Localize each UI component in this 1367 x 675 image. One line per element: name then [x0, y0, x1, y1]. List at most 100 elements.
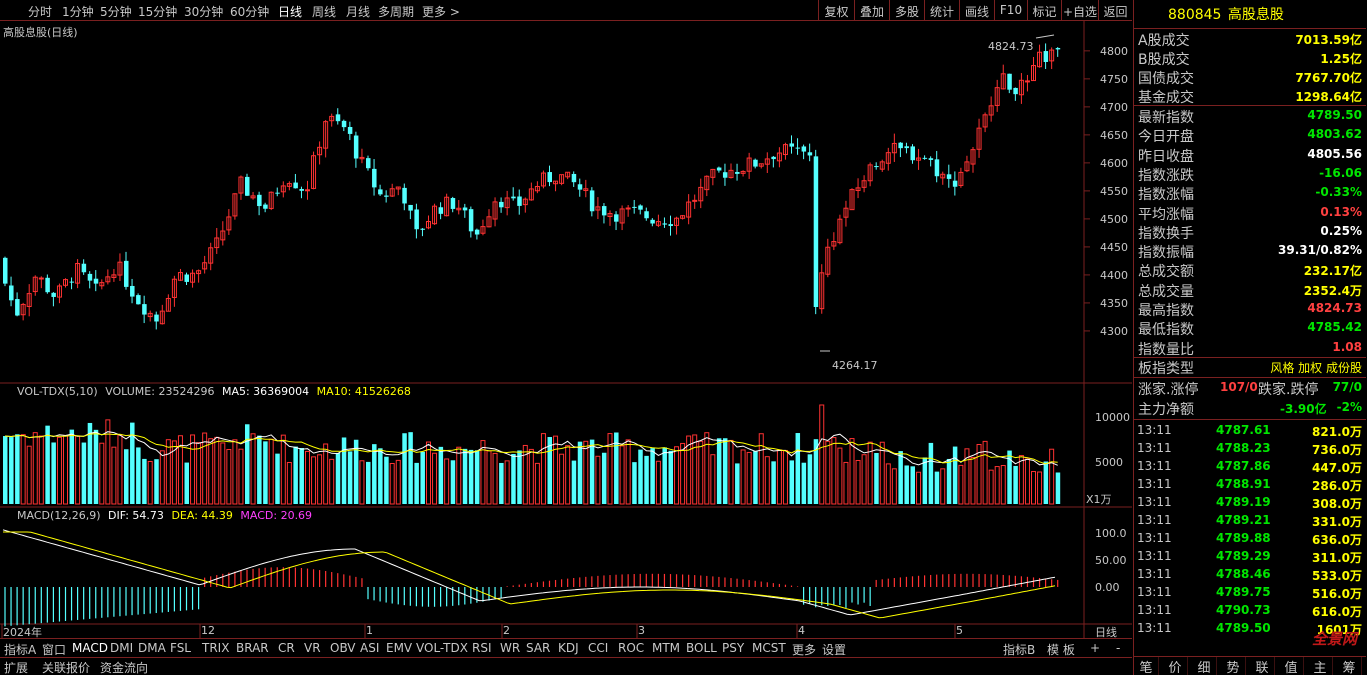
tick-row[interactable]: 13:11 4789.29 311.0万 [1134, 547, 1366, 565]
toolbar-button-6[interactable]: 标记 [1027, 0, 1061, 21]
period-tab-6[interactable]: 日线 [278, 3, 302, 20]
indicator-side-button-2[interactable]: + [1090, 641, 1100, 655]
indicator-tab-24[interactable]: 更多 [792, 641, 816, 658]
indicator-tab-2[interactable]: MACD [72, 641, 108, 655]
stat-row: 最新指数 4789.50 [1136, 106, 1366, 126]
period-tab-0[interactable]: 分时 [28, 3, 52, 20]
panel-tab-6[interactable]: 主 [1308, 657, 1333, 675]
indicator-tab-5[interactable]: FSL [170, 641, 191, 655]
period-tab-10[interactable]: 更多 > [422, 3, 460, 20]
indicator-tab-8[interactable]: CR [278, 641, 295, 655]
indicator-side-button-1[interactable]: 模 板 [1047, 641, 1075, 658]
volume-bar-up [305, 450, 310, 505]
indicator-tab-16[interactable]: SAR [526, 641, 550, 655]
indicator-tab-23[interactable]: MCST [752, 641, 786, 655]
period-tab-4[interactable]: 30分钟 [184, 3, 223, 20]
period-tab-3[interactable]: 15分钟 [138, 3, 177, 20]
indicator-tab-12[interactable]: EMV [386, 641, 412, 655]
tick-price: 4789.50 [1216, 621, 1271, 635]
candle-up [305, 189, 310, 192]
volume-bar-up [56, 436, 62, 505]
indicator-tab-21[interactable]: BOLL [686, 641, 717, 655]
indicator-tab-7[interactable]: BRAR [236, 641, 269, 655]
panel-tab-2[interactable]: 细 [1192, 657, 1217, 675]
candle-down [1007, 73, 1012, 90]
indicator-tab-18[interactable]: CCI [588, 641, 608, 655]
indicator-tab-9[interactable]: VR [304, 641, 321, 655]
indicator-side-button-3[interactable]: - [1116, 641, 1120, 655]
period-tab-7[interactable]: 周线 [312, 3, 336, 20]
candle-down [9, 285, 14, 301]
indicator-tab-0[interactable]: 指标A [4, 641, 36, 658]
volume-bar-up [75, 435, 81, 505]
period-tab-8[interactable]: 月线 [346, 3, 370, 20]
tick-row[interactable]: 13:11 4789.75 516.0万 [1134, 583, 1366, 601]
indicator-tab-13[interactable]: VOL-TDX [416, 641, 468, 655]
stat-label: 今日开盘 [1138, 129, 1194, 146]
volume-ma5: MA5: 36369004 [221, 385, 310, 398]
toolbar-button-4[interactable]: 画线 [959, 0, 994, 21]
tick-row[interactable]: 13:11 4790.73 616.0万 [1134, 601, 1366, 619]
volume-bar-down [589, 439, 595, 504]
panel-tab-0[interactable]: 笔 [1134, 657, 1159, 675]
status-tab-2[interactable]: 资金流向 [100, 659, 148, 675]
candle-down [69, 281, 75, 283]
stat-row: 昨日收盘 4805.56 [1136, 145, 1366, 165]
indicator-tab-14[interactable]: RSI [472, 641, 492, 655]
candle-up [625, 207, 631, 210]
volume-bar-up [99, 442, 105, 505]
tick-row[interactable]: 13:11 4789.19 308.0万 [1134, 493, 1366, 511]
volume-bar-up [444, 458, 450, 505]
chart-area[interactable]: 4800 4750 4700 4650 4600 4550 4500 4450 4400 4350… [0, 21, 1132, 649]
tick-row[interactable]: 13:11 4787.86 447.0万 [1134, 457, 1366, 475]
tick-row[interactable]: 13:11 4788.91 286.0万 [1134, 475, 1366, 493]
indicator-tab-4[interactable]: DMA [138, 641, 166, 655]
volume-bar-up [20, 434, 26, 505]
toolbar-button-8[interactable]: 返回 [1098, 0, 1132, 21]
indicator-tab-19[interactable]: ROC [618, 641, 644, 655]
indicator-tab-11[interactable]: ASI [360, 641, 379, 655]
volume-bar-down [124, 449, 129, 504]
period-tab-9[interactable]: 多周期 [378, 3, 414, 20]
tick-row[interactable]: 13:11 4788.46 533.0万 [1134, 565, 1366, 583]
panel-tab-5[interactable]: 值 [1279, 657, 1304, 675]
indicator-tab-6[interactable]: TRIX [202, 641, 229, 655]
indicator-tab-25[interactable]: 设置 [822, 641, 846, 658]
indicator-tab-10[interactable]: OBV [330, 641, 356, 655]
status-tab-0[interactable]: 扩展 [4, 659, 28, 675]
turnover-row: A股成交 7013.59亿 [1136, 29, 1366, 49]
period-tab-5[interactable]: 60分钟 [230, 3, 269, 20]
period-tab-2[interactable]: 5分钟 [100, 3, 132, 20]
tick-row[interactable]: 13:11 4787.61 821.0万 [1134, 421, 1366, 439]
toolbar-button-7[interactable]: +自选 [1061, 0, 1098, 21]
candle-down [511, 196, 516, 199]
toolbar-button-0[interactable]: 复权 [818, 0, 854, 21]
indicator-tab-1[interactable]: 窗口 [42, 641, 66, 658]
tick-row[interactable]: 13:11 4788.23 736.0万 [1134, 439, 1366, 457]
status-tab-1[interactable]: 关联报价 [42, 659, 90, 675]
toolbar-button-2[interactable]: 多股 [889, 0, 924, 21]
tick-volume: 331.0万 [1312, 515, 1362, 529]
indicator-tab-22[interactable]: PSY [722, 641, 744, 655]
volume-bar-up [329, 458, 335, 505]
indicator-tab-17[interactable]: KDJ [558, 641, 579, 655]
tick-row[interactable]: 13:11 4789.88 636.0万 [1134, 529, 1366, 547]
indicator-tab-20[interactable]: MTM [652, 641, 680, 655]
panel-tab-7[interactable]: 筹 [1337, 657, 1362, 675]
indicator-tab-15[interactable]: WR [500, 641, 520, 655]
indicator-side-button-0[interactable]: 指标B [1003, 641, 1035, 658]
chart-canvas[interactable]: 4800475047004650460045504500445044004350… [0, 21, 1132, 649]
toolbar-button-5[interactable]: F10 [994, 0, 1027, 21]
volume-bar-up [38, 435, 44, 505]
panel-tab-1[interactable]: 价 [1163, 657, 1188, 675]
toolbar-button-3[interactable]: 统计 [924, 0, 959, 21]
indicator-tab-3[interactable]: DMI [110, 641, 133, 655]
toolbar-button-1[interactable]: 叠加 [854, 0, 889, 21]
stat-value: 39.31/0.82% [1278, 243, 1362, 258]
period-tab-1[interactable]: 1分钟 [62, 3, 94, 20]
panel-tab-4[interactable]: 联 [1250, 657, 1275, 675]
volume-bar-up [268, 438, 274, 505]
panel-tab-3[interactable]: 势 [1221, 657, 1246, 675]
tick-row[interactable]: 13:11 4789.21 331.0万 [1134, 511, 1366, 529]
volume-bar-down [3, 436, 8, 504]
